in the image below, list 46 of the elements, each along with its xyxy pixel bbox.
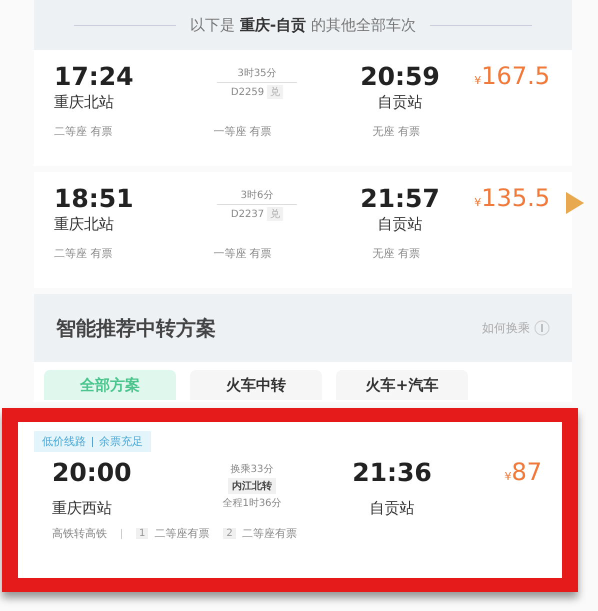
total-duration: 全程1时36分 (222, 496, 282, 510)
depart-time: 20:00 (52, 458, 133, 487)
seat-availability: 二等座 有票 (54, 246, 112, 261)
seat-availability: 无座 有票 (372, 124, 420, 139)
play-icon[interactable] (564, 190, 586, 216)
seat-availability: 二等座 有票 (54, 124, 112, 139)
wait-time: 换乘33分 (230, 462, 274, 476)
leg-number: 2 (223, 528, 236, 539)
train-card[interactable]: 17:24 重庆北站 3时35分 D2259 兑 20:59 自贡站 ¥167.5 二等座 有票 一等座 有票 无座 有票 (34, 50, 572, 166)
info-icon (534, 320, 550, 336)
seat-availability: 一等座 有票 (213, 246, 272, 261)
depart-station: 重庆北站 (54, 93, 115, 112)
arrive-station: 自贡站 (370, 499, 414, 518)
seat-availability: 二等座有票 (242, 526, 297, 541)
section-title: 智能推荐中转方案 (56, 314, 216, 342)
route-tag: 低价线路 (42, 434, 86, 449)
price: ¥167.5 (473, 62, 550, 90)
arrive-station: 自贡站 (378, 93, 422, 112)
duration: 3时6分 (240, 188, 274, 202)
depart-station: 重庆北站 (54, 215, 115, 234)
seat-availability: 一等座 有票 (213, 124, 272, 139)
exchange-badge: 兑 (267, 207, 284, 221)
train-number: D2259 (230, 86, 264, 98)
arrive-time: 21:36 (352, 458, 432, 487)
banner-text: 以下是 重庆-自贡 的其他全部车次 (190, 16, 416, 34)
arrive-station: 自贡站 (378, 215, 422, 234)
train-number: D2237 (230, 208, 264, 220)
depart-time: 18:51 (54, 184, 135, 213)
price: ¥135.5 (473, 184, 550, 212)
depart-time: 17:24 (54, 62, 135, 91)
filter-tab[interactable]: 火车中转 (190, 370, 322, 400)
arrive-time: 20:59 (360, 62, 440, 91)
exchange-badge: 兑 (267, 85, 284, 99)
transfer-station: 内江北转 (228, 478, 276, 494)
route-tag: 余票充足 (99, 434, 143, 449)
transfer-mode: 高铁转高铁 (52, 526, 107, 541)
leg-number: 1 (136, 528, 148, 539)
price: ¥87 (503, 458, 542, 486)
train-card[interactable]: 18:51 重庆北站 3时6分 D2237 兑 21:57 自贡站 ¥135.5 二等座 有票 一等座 有票 无座 有票 (34, 172, 572, 288)
duration: 3时35分 (237, 66, 277, 80)
transfer-card[interactable]: 低价线路 余票充足 20:00 重庆西站 换乘33分 内江北转 全程1时36分 21:36 自贡站 ¥87 高铁转高铁 1 二等座有票 2 二等座有票 (18, 422, 562, 578)
filter-tab[interactable]: 火车+汽车 (336, 370, 468, 400)
arrive-time: 21:57 (360, 184, 440, 213)
seat-availability: 无座 有票 (372, 246, 420, 261)
depart-station: 重庆西站 (52, 499, 113, 518)
seat-availability: 二等座有票 (154, 526, 210, 541)
